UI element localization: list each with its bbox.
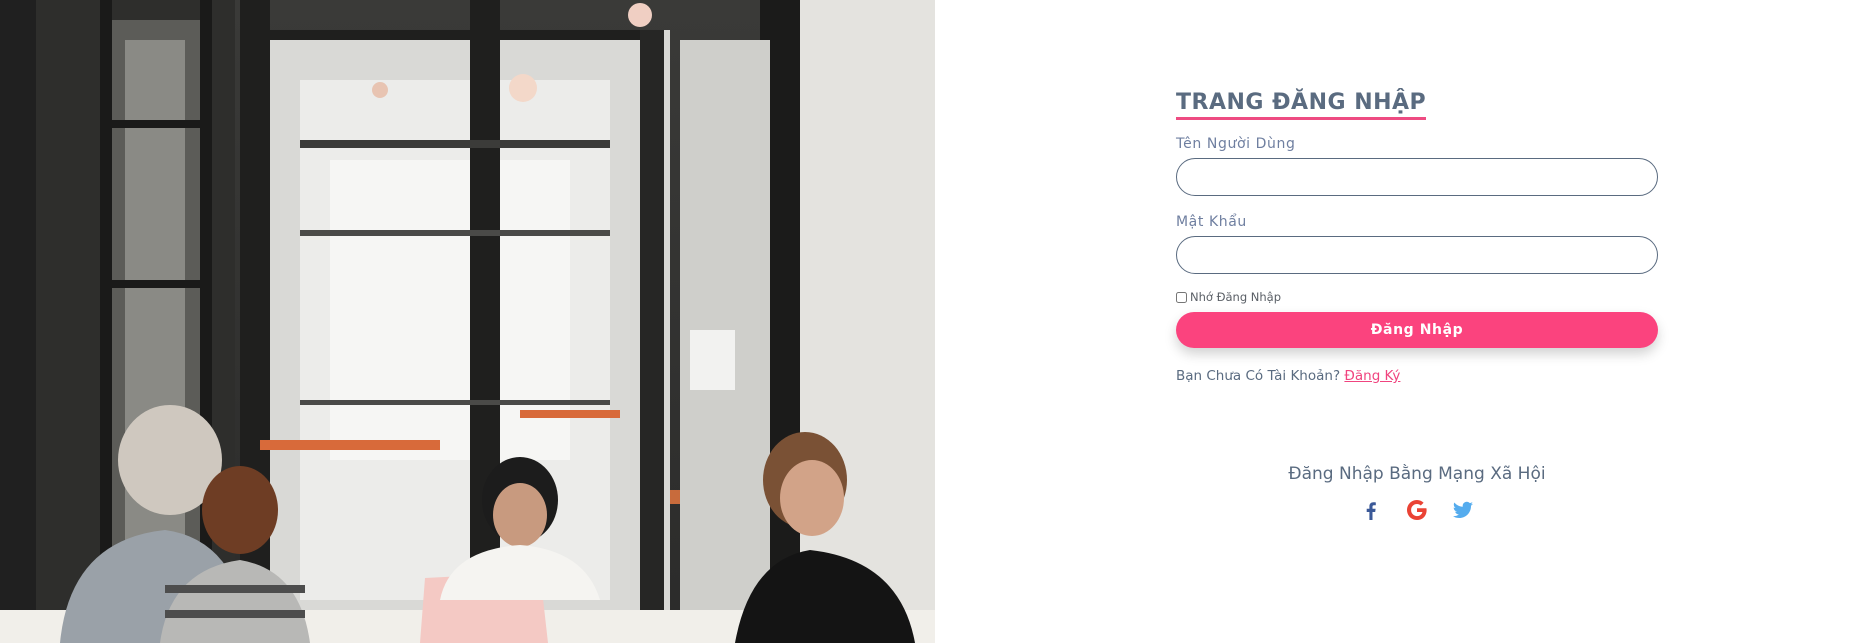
facebook-icon[interactable]: [1359, 498, 1383, 522]
username-label: Tên Người Dùng: [1176, 136, 1296, 152]
google-icon[interactable]: [1405, 498, 1429, 522]
social-login-title: Đăng Nhập Bằng Mạng Xã Hội: [1288, 464, 1546, 484]
office-scene-illustration: [0, 0, 935, 643]
twitter-icon[interactable]: [1451, 498, 1475, 522]
social-icons: [1176, 498, 1658, 522]
signup-prompt: Bạn Chưa Có Tài Khoản? Đăng Ký: [1176, 368, 1658, 384]
password-input[interactable]: [1176, 236, 1658, 274]
no-account-text: Bạn Chưa Có Tài Khoản?: [1176, 368, 1341, 384]
page-title: TRANG ĐĂNG NHẬP: [1176, 90, 1427, 120]
remember-me-row: Nhớ Đăng Nhập: [1176, 290, 1658, 304]
password-label: Mật Khẩu: [1176, 214, 1247, 230]
signup-link[interactable]: Đăng Ký: [1344, 368, 1400, 384]
username-input[interactable]: [1176, 158, 1658, 196]
remember-me-label[interactable]: Nhớ Đăng Nhập: [1190, 290, 1281, 304]
login-form: TRANG ĐĂNG NHẬP Tên Người Dùng Mật Khẩu …: [1176, 90, 1658, 384]
login-button[interactable]: Đăng Nhập: [1176, 312, 1658, 348]
hero-photo: [0, 0, 935, 643]
remember-me-checkbox[interactable]: [1176, 291, 1187, 303]
social-login: Đăng Nhập Bằng Mạng Xã Hội: [1176, 464, 1658, 522]
